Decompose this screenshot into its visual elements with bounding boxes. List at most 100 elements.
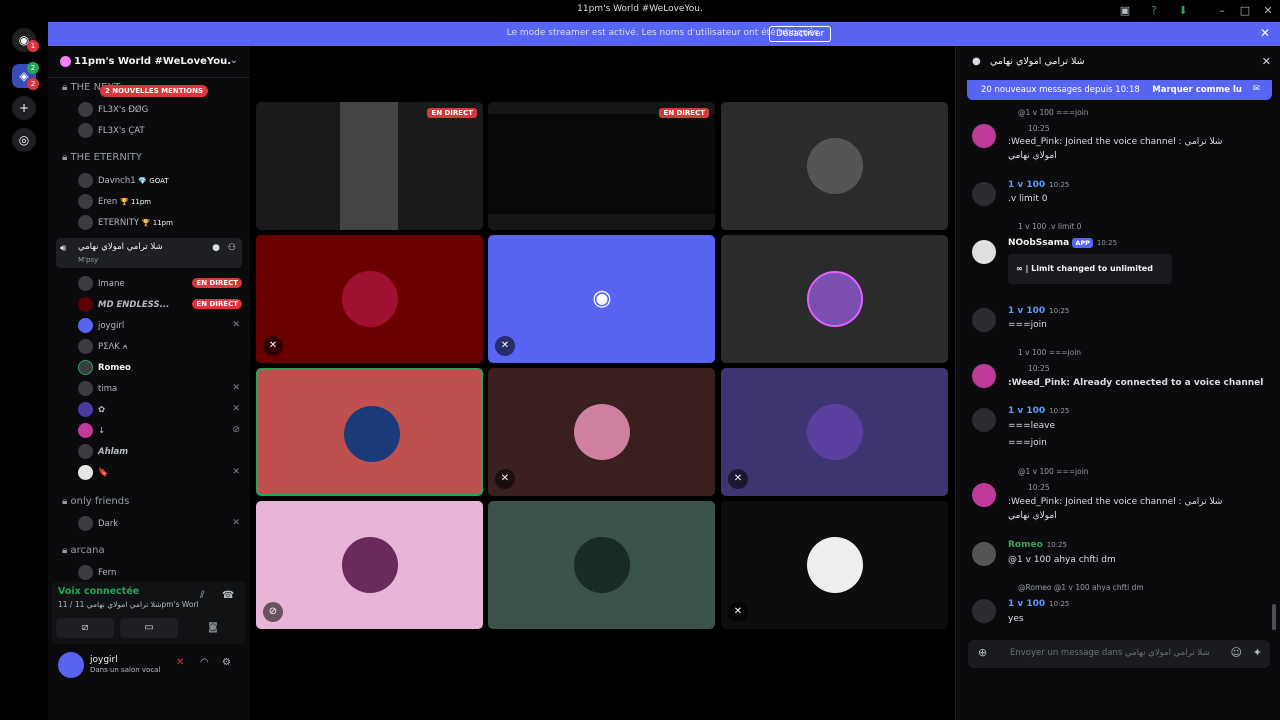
video-tile[interactable]: ✕ — [721, 501, 948, 629]
voice-user[interactable]: Davnch1 💎 GOAT — [78, 172, 248, 190]
video-tile[interactable]: ✕ — [721, 368, 948, 496]
video-tile[interactable] — [721, 235, 948, 363]
close-icon[interactable]: ✕ — [1262, 55, 1271, 68]
category-the-eternity[interactable]: 🔒︎ THE ETERNITY — [62, 152, 142, 163]
maximize-button[interactable]: □ — [1236, 2, 1254, 20]
gear-icon[interactable]: ⚙ — [222, 657, 231, 668]
banner-close-icon[interactable]: ✕ — [1260, 26, 1270, 40]
mic-muted-icon: ✕ — [728, 469, 748, 489]
voice-user[interactable]: Imane EN DIRECT — [78, 275, 248, 293]
voice-user[interactable]: Ahlam — [78, 443, 248, 461]
camera-button[interactable]: ⧄ — [56, 618, 114, 638]
help-icon[interactable]: ? — [1145, 2, 1163, 20]
message-text: @1 v 100 ahya chfti dm — [1008, 555, 1116, 565]
message-text: ===leave — [1008, 421, 1056, 431]
headphones-icon[interactable]: ◠ — [200, 657, 209, 668]
avatar[interactable] — [972, 408, 996, 432]
video-tile[interactable] — [721, 102, 948, 230]
download-icon[interactable]: ⬇ — [1174, 2, 1192, 20]
new-mentions-pill[interactable]: 2 NOUVELLES MENTIONS — [100, 85, 209, 97]
gift-icon[interactable]: ✦ — [1253, 646, 1262, 659]
chat-header: ● شلا ترامي امولاي نهامي ✕ — [956, 46, 1280, 78]
streamer-mode-banner: Le mode streamer est activé. Les noms d'… — [48, 22, 1280, 46]
emoji-icon[interactable]: ☺ — [1231, 646, 1242, 659]
avatar[interactable] — [972, 599, 996, 623]
active-voice-channel[interactable]: 🔊︎ شلا ترامي امولاي نهامي M'psy ● ⚇ — [56, 238, 242, 268]
category-only-friends[interactable]: 🔒︎ only friends — [62, 496, 129, 507]
video-tile[interactable]: ✕ — [488, 368, 715, 496]
server-header[interactable]: 11pm's World #WeLoveYou. ⌄ — [48, 46, 250, 78]
activity-button[interactable]: ◙ — [184, 618, 242, 638]
reply-reference[interactable]: @1 v 100 ===join — [1018, 108, 1089, 117]
app-badge: APP — [1072, 238, 1093, 248]
disable-streamer-button[interactable]: Désactiver — [769, 26, 832, 42]
disconnect-icon[interactable]: ☎ — [222, 590, 234, 601]
avatar[interactable] — [972, 308, 996, 332]
voice-user[interactable]: ✿ ✕ — [78, 401, 248, 419]
category-arcana[interactable]: 🔒︎ arcana — [62, 545, 105, 556]
chat-message: Romeo 10:25 @1 v 100 ahya chfti dm — [966, 540, 1266, 574]
scrollbar[interactable] — [1272, 604, 1276, 630]
chevron-down-icon[interactable]: ⌄ — [230, 55, 238, 66]
avatar[interactable] — [972, 182, 996, 206]
author-name[interactable]: 1 v 100 — [1008, 306, 1045, 316]
reply-reference[interactable]: 1 v 100 .v limit 0 — [1018, 222, 1082, 231]
reply-reference[interactable]: @1 v 100 ===join — [1018, 467, 1089, 476]
voice-user[interactable]: ETERNITY 🏆 11pm — [78, 214, 248, 232]
server-icon-small — [60, 56, 71, 67]
voice-user[interactable]: tima ✕ — [78, 380, 248, 398]
mic-muted-icon[interactable]: ✕ — [176, 657, 184, 668]
composer-placeholder[interactable]: Envoyer un message dans شلا ترامي امولاي… — [1010, 648, 1210, 658]
close-window-button[interactable]: ✕ — [1259, 2, 1277, 20]
noise-suppression-icon[interactable]: ⫽ — [200, 590, 204, 601]
avatar[interactable] — [58, 652, 84, 678]
reply-reference[interactable]: 1 v 100 ===join — [1018, 348, 1081, 357]
reply-reference[interactable]: @Romeo @1 v 100 ahya chfti dm — [1018, 583, 1144, 592]
inbox-icon[interactable]: ▣ — [1116, 2, 1134, 20]
chat-message: @1 v 100 ===join 10:25 :Weed_Pink: Joine… — [966, 108, 1266, 166]
voice-user[interactable]: PΣΛK ⍲ — [78, 338, 248, 356]
chat-bubble-icon[interactable]: ● — [212, 243, 220, 253]
avatar[interactable] — [972, 483, 996, 507]
video-tile[interactable]: ◉ ✕ — [488, 235, 715, 363]
voice-user[interactable]: 🔖 ✕ — [78, 464, 248, 482]
add-server-icon[interactable]: + — [12, 96, 36, 120]
voice-user[interactable]: ↓ ⊘ — [78, 422, 248, 440]
notification-badge: 1 — [27, 40, 39, 52]
author-name[interactable]: 1 v 100 — [1008, 180, 1045, 190]
voice-user[interactable]: Fern — [78, 564, 248, 582]
video-tile[interactable]: ⊘ — [256, 501, 483, 629]
video-tile-stream[interactable]: EN DIRECT — [488, 102, 715, 230]
avatar[interactable] — [972, 124, 996, 148]
video-tile-stream[interactable]: EN DIRECT — [256, 102, 483, 230]
video-tile[interactable] — [488, 501, 715, 629]
mic-muted-icon: ✕ — [728, 602, 748, 622]
voice-channel-name[interactable]: 11 / شلا ترامي امولاي نهامي 11pm's World… — [58, 600, 198, 609]
voice-user[interactable]: FL3X's ÐØG — [78, 101, 248, 119]
video-tile-speaking[interactable] — [256, 368, 483, 496]
voice-user[interactable]: MD ENDLESS... EN DIRECT — [78, 296, 248, 314]
add-attachment-icon[interactable]: ⊕ — [978, 646, 987, 659]
avatar[interactable] — [972, 240, 996, 264]
author-name[interactable]: NOobSsama — [1008, 238, 1069, 248]
author-name[interactable]: 1 v 100 — [1008, 406, 1045, 416]
author-name[interactable]: Romeo — [1008, 540, 1043, 550]
mark-read-button[interactable]: Marquer comme lu — [1152, 85, 1242, 95]
add-user-icon[interactable]: ⚇ — [228, 243, 236, 253]
explore-icon[interactable]: ◎ — [12, 128, 36, 152]
lock-icon: 🔒︎ — [62, 82, 71, 93]
minimize-button[interactable]: – — [1213, 2, 1231, 20]
avatar[interactable] — [972, 364, 996, 388]
screen-share-button[interactable]: ▭ — [120, 618, 178, 638]
voice-user[interactable]: joygirl ✕ — [78, 317, 248, 335]
video-tile[interactable]: ✕ — [256, 235, 483, 363]
voice-user[interactable]: Dark ✕ — [78, 515, 248, 533]
voice-user[interactable]: Eren 🏆 11pm — [78, 193, 248, 211]
avatar[interactable] — [972, 542, 996, 566]
voice-user[interactable]: Romeo — [78, 359, 248, 377]
voice-user[interactable]: FL3X's ÇAT — [78, 122, 248, 140]
new-messages-bar[interactable]: 20 nouveaux messages depuis 10:18 Marque… — [967, 80, 1272, 100]
message-composer[interactable]: ⊕ Envoyer un message dans شلا ترامي امول… — [968, 640, 1270, 668]
author-name[interactable]: 1 v 100 — [1008, 599, 1045, 609]
user-status: Dans un salon vocal — [90, 666, 161, 674]
